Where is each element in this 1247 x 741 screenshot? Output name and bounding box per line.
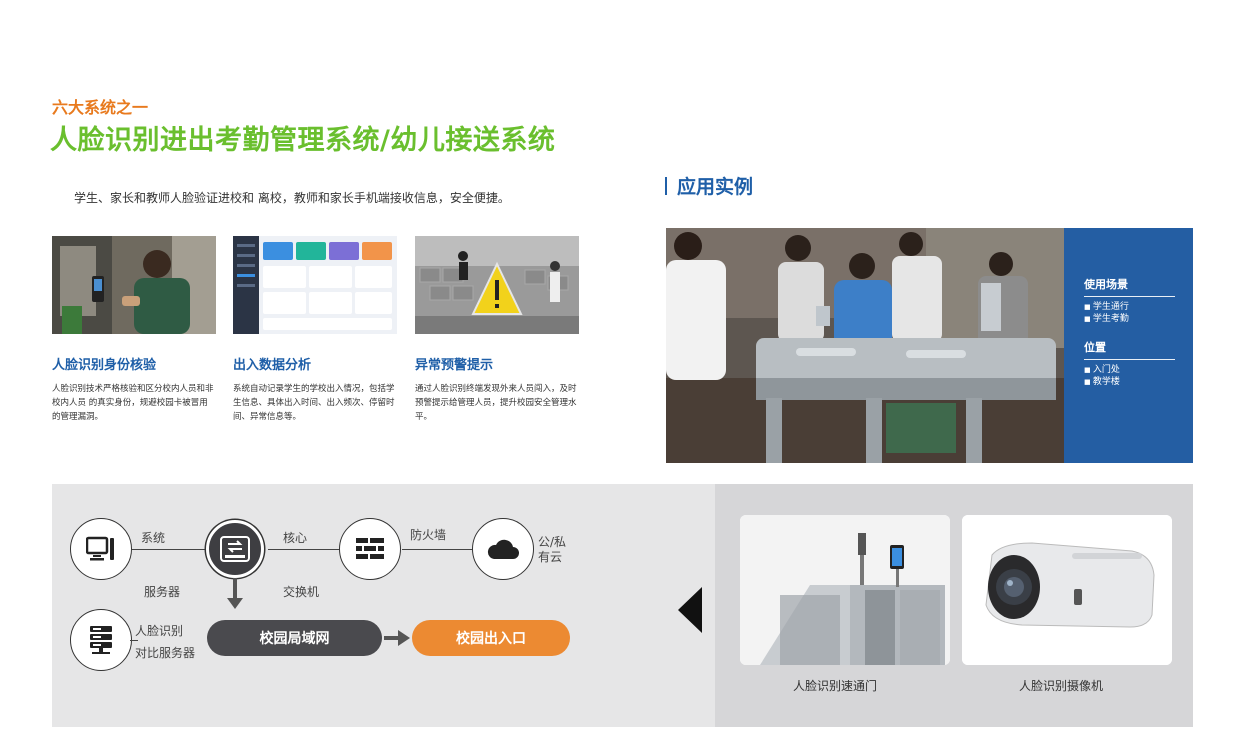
card-description: 通过人脸识别终端发现外来人员闯入，及时预警提示给管理人员，提升校园安全管理水平。	[415, 384, 577, 422]
card-title: 人脸识别身份核验	[52, 358, 157, 373]
cloud-node	[472, 518, 534, 580]
face-compare-server-node	[70, 609, 132, 671]
intrusion-warning-photo	[415, 236, 579, 334]
arrow-right-icon	[384, 630, 410, 646]
connector-line	[268, 549, 340, 550]
location-heading: 位置	[1084, 339, 1175, 360]
cloud-icon	[487, 539, 519, 559]
card-title: 异常预警提示	[415, 358, 494, 373]
speed-gate-caption: 人脸识别速通门	[793, 679, 878, 693]
application-heading: 应用实例	[665, 172, 753, 199]
connector-line	[130, 640, 138, 641]
panel-gap	[1084, 325, 1175, 339]
core-label: 核心	[283, 531, 308, 545]
core-switch-node	[206, 520, 264, 578]
application-heading-text: 应用实例	[677, 176, 754, 198]
server-label: 服务器	[144, 585, 181, 599]
application-info-panel: 使用场景 学生通行 学生考勤 位置 入门处 教学楼	[1064, 228, 1193, 463]
face-camera-photo	[962, 515, 1172, 665]
campus-lan-pill: 校园局域网	[207, 620, 382, 656]
card-title: 出入数据分析	[233, 358, 312, 373]
scenario-item: 学生通行	[1084, 301, 1175, 313]
connector-line	[402, 549, 472, 550]
face-server-label-line1: 人脸识别	[135, 624, 184, 638]
feature-card-identity: 人脸识别身份核验 人脸识别技术严格核验和区分校内人员和非校内人员 的真实身份，规…	[52, 236, 216, 424]
scenario-item: 学生考勤	[1084, 313, 1175, 325]
location-item: 入门处	[1084, 364, 1175, 376]
intro-text: 学生、家长和教师人脸验证进校和 离校，教师和家长手机端接收信息，安全便捷。	[74, 191, 510, 205]
scenario-heading: 使用场景	[1084, 276, 1175, 297]
heading-bar	[665, 177, 667, 195]
firewall-icon	[356, 538, 384, 559]
feature-card-warning: 异常预警提示 通过人脸识别终端发现外来人员闯入，及时预警提示给管理人员，提升校园…	[415, 236, 579, 424]
connector-line	[132, 549, 206, 550]
arrow-down-icon	[227, 578, 243, 609]
card-description: 系统自动记录学生的学校出入情况，包括学生信息、具体出入时间、出入频次、停留时间、…	[233, 384, 395, 422]
face-camera-caption: 人脸识别摄像机	[1019, 679, 1104, 693]
page-title: 人脸识别进出考勤管理系统/幼儿接送系统	[50, 125, 556, 156]
cloud-label-line2: 有云	[538, 550, 563, 564]
switch-label: 交换机	[283, 585, 320, 599]
switch-icon	[220, 536, 250, 562]
campus-gate-pill: 校园出入口	[412, 620, 570, 656]
face-server-label-line2: 对比服务器	[135, 646, 196, 660]
feature-card-analysis: 出入数据分析 系统自动记录学生的学校出入情况，包括学生信息、具体出入时间、出入频…	[233, 236, 397, 424]
firewall-node	[339, 518, 401, 580]
system-label: 系统	[141, 531, 166, 545]
card-description: 人脸识别技术严格核验和区分校内人员和非校内人员 的真实身份，规避校园卡被冒用的管…	[52, 384, 214, 422]
firewall-label: 防火墙	[410, 528, 447, 542]
application-photo	[666, 228, 1064, 463]
section-kicker: 六大系统之一	[52, 98, 149, 117]
data-dashboard-screenshot	[233, 236, 397, 334]
system-server-node	[70, 518, 132, 580]
speed-gate-photo	[740, 515, 950, 665]
monitor-icon	[86, 536, 114, 561]
identity-verification-photo	[52, 236, 216, 334]
server-rack-icon	[90, 626, 112, 654]
triangle-pointer-icon	[678, 587, 702, 633]
location-item: 教学楼	[1084, 376, 1175, 388]
